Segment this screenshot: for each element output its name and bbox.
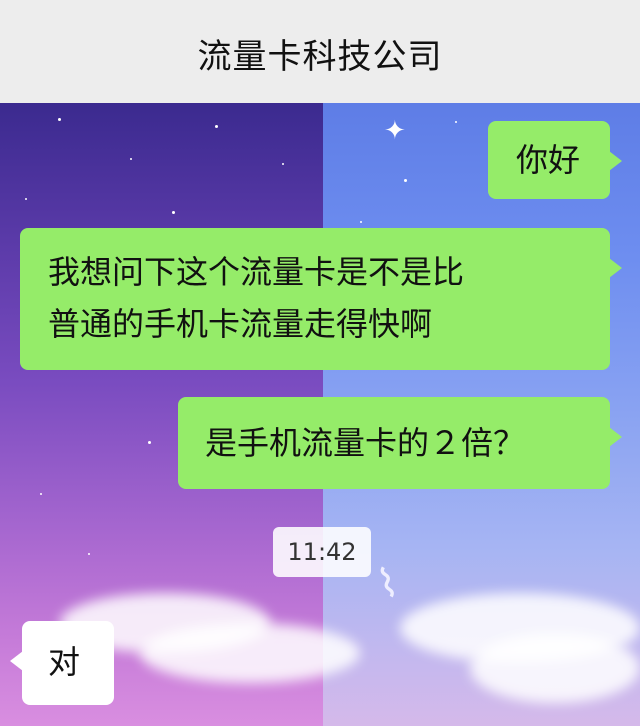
sparkle-icon: ✦	[384, 116, 406, 146]
star-decoration	[25, 198, 27, 200]
chat-title: 流量卡科技公司	[197, 37, 443, 77]
message-text-line: 普通的手机卡流量走得快啊	[48, 305, 433, 343]
star-decoration	[282, 163, 284, 165]
chat-header: 流量卡科技公司	[0, 0, 640, 103]
star-decoration	[130, 158, 132, 160]
message-bubble-outgoing[interactable]: 你好	[488, 121, 622, 199]
star-decoration	[360, 221, 362, 223]
star-decoration	[40, 493, 42, 495]
message-bubble-outgoing[interactable]: 我想问下这个流量卡是不是比 普通的手机卡流量走得快啊	[20, 228, 622, 370]
message-text: 对	[48, 643, 81, 681]
star-decoration	[88, 553, 90, 555]
message-bubble-outgoing[interactable]: 是手机流量卡的２倍？	[178, 397, 622, 489]
star-decoration	[215, 125, 218, 128]
cloud-decoration	[140, 623, 360, 683]
message-bubble-incoming[interactable]: 对	[10, 621, 114, 705]
star-decoration	[58, 118, 61, 121]
star-decoration	[404, 179, 407, 182]
star-decoration	[172, 211, 175, 214]
star-decoration	[148, 441, 151, 444]
cloud-decoration	[470, 633, 640, 703]
star-decoration	[455, 121, 457, 123]
timestamp-badge: 11:42	[273, 527, 371, 577]
message-text-line: 我想问下这个流量卡是不是比	[48, 253, 465, 291]
message-text: 是手机流量卡的２倍？	[205, 424, 526, 462]
message-text: 你好	[516, 141, 581, 179]
